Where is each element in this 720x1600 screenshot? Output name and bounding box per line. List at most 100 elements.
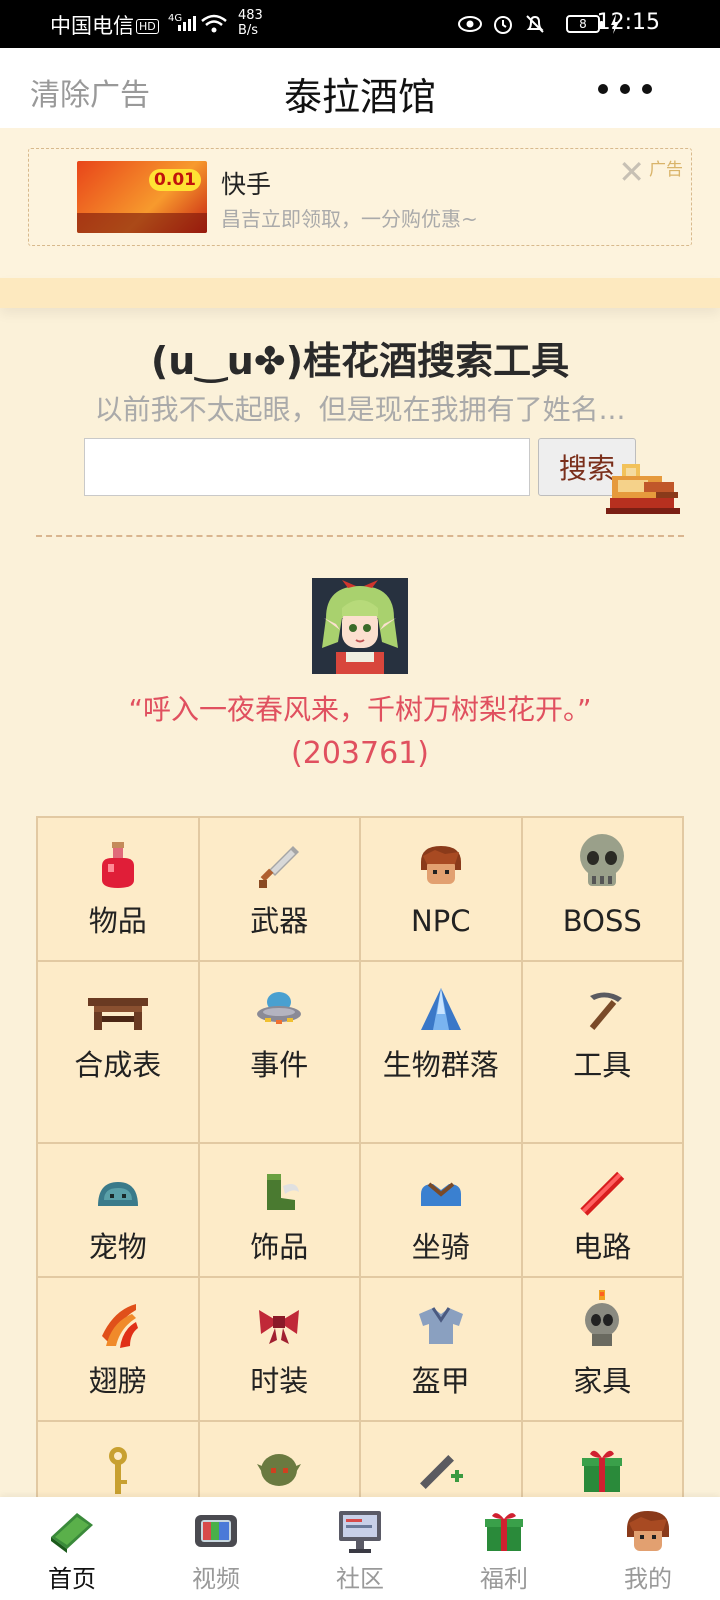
tab-label: 福利 [480,1565,528,1593]
category-label: 生物群落 [382,1048,499,1082]
category-label: 事件 [250,1048,309,1082]
category-label: 物品 [88,904,147,938]
quote-text: “呼入一夜春风来，千树万树梨花开。” [128,693,592,726]
sword-icon [259,846,300,888]
gift-icon [485,1513,523,1551]
workbench-icon [87,998,148,1030]
category-pets[interactable]: 宠物 [38,1144,200,1278]
ad-title: 快手 [221,170,272,199]
category-label: 工具 [573,1048,632,1082]
boots-icon [267,1174,300,1210]
more-dot-icon [598,84,608,94]
tab-label: 视频 [192,1565,240,1593]
category-label: NPC [411,904,471,938]
speed-unit: B/s [238,23,259,38]
category-biomes[interactable]: 生物群落 [361,962,523,1144]
hd-badge: HD [136,19,159,34]
tab-label: 首页 [48,1565,96,1593]
potion-icon [101,842,134,888]
app-header: 清除广告 泰拉酒馆 [0,48,720,128]
skull-lantern-icon [585,1290,620,1346]
category-label: 时装 [250,1364,309,1398]
tv-icon [195,1515,237,1547]
wings-icon [101,1304,138,1348]
status-bar: 中国电信 HD 4G 483 B/s 8 12:15 [0,0,720,48]
saddle-icon [420,1182,461,1206]
monitor-icon [339,1511,381,1553]
category-label: 合成表 [74,1048,162,1082]
ad-image: 0.01 [77,161,207,233]
ad-close-icon[interactable]: ✕ [618,156,645,188]
ad-area: 0.01 快手 昌吉立即领取，一分购优惠~ ✕ 广告 [0,128,720,278]
pixel-mascot-icon [606,464,680,514]
user-head-icon [627,1511,669,1551]
tab-home[interactable]: 首页 [0,1497,144,1600]
quote-id: (203761) [291,736,429,771]
key-icon [108,1447,127,1494]
category-events[interactable]: 事件 [199,962,361,1144]
gift-icon [582,1450,623,1492]
category-label: 盔甲 [411,1364,470,1398]
category-furniture[interactable]: 家具 [522,1278,684,1422]
category-npc[interactable]: NPC [361,818,523,962]
mute-bell-icon [526,15,544,33]
more-dot-icon [642,84,652,94]
eye-icon [458,16,482,32]
character-avatar [312,578,408,674]
search-tool-subtitle: 以前我不太起眼，但是现在我拥有了姓名... [94,393,626,426]
crystal-icon [420,988,461,1030]
skull-icon [580,834,625,886]
speed-value: 483 [238,8,263,23]
category-recipes[interactable]: 合成表 [38,962,200,1144]
category-armor[interactable]: 盔甲 [361,1278,523,1422]
bow-icon [259,1310,300,1344]
category-grid: 物品 武器 NPC BOSS 合成表 事件 生物群落 工具 宠物 饰品 坐骑 电… [36,816,684,1512]
pickaxe-icon [590,992,623,1030]
armor-icon [418,1307,463,1344]
category-label: BOSS [562,904,642,938]
category-circuits[interactable]: 电路 [522,1144,684,1278]
tab-label: 我的 [624,1565,672,1593]
category-label: 家具 [573,1364,632,1398]
bottom-tab-bar: 首页 视频 社区 福利 我的 [0,1497,720,1600]
category-vanity[interactable]: 时装 [199,1278,361,1422]
tab-community[interactable]: 社区 [288,1497,432,1600]
more-options-button[interactable] [598,84,652,94]
category-wings[interactable]: 翅膀 [38,1278,200,1422]
tab-videos[interactable]: 视频 [144,1497,288,1600]
category-tools[interactable]: 工具 [522,962,684,1144]
alarm-icon [494,16,512,34]
search-tool-title: (u‿u✤)桂花酒搜索工具 [150,339,570,383]
tab-label: 社区 [336,1565,384,1593]
category-label: 坐骑 [411,1230,470,1264]
category-label: 宠物 [88,1230,147,1264]
wrench-icon [580,1171,625,1216]
ad-banner[interactable]: 0.01 快手 昌吉立即领取，一分购优惠~ ✕ 广告 [28,148,692,246]
category-mounts[interactable]: 坐骑 [361,1144,523,1278]
tool-plus-icon [419,1455,463,1489]
category-weapons[interactable]: 武器 [199,818,361,962]
search-input[interactable] [84,438,530,496]
npc-head-icon [420,846,461,884]
category-label: 电路 [573,1230,632,1264]
tab-profile[interactable]: 我的 [576,1497,720,1600]
category-label: 饰品 [250,1230,309,1264]
tab-benefits[interactable]: 福利 [432,1497,576,1600]
category-accessories[interactable]: 饰品 [199,1144,361,1278]
category-boss[interactable]: BOSS [522,818,684,962]
ad-footer-bar [0,278,720,308]
ufo-icon [257,992,302,1024]
network-speed: 483 B/s [238,8,263,38]
category-label: 武器 [250,904,309,938]
book-icon [51,1513,93,1553]
more-dot-icon [620,84,630,94]
slime-icon [97,1182,138,1206]
goblin-icon [257,1454,302,1486]
section-divider [36,535,684,537]
category-items[interactable]: 物品 [38,818,200,962]
ad-tag: 广告 [649,160,683,180]
ad-description: 昌吉立即领取，一分购优惠~ [221,207,478,231]
network-type: 4G [168,13,182,24]
carrier-label: 中国电信 HD [50,10,159,40]
category-label: 翅膀 [88,1364,147,1398]
